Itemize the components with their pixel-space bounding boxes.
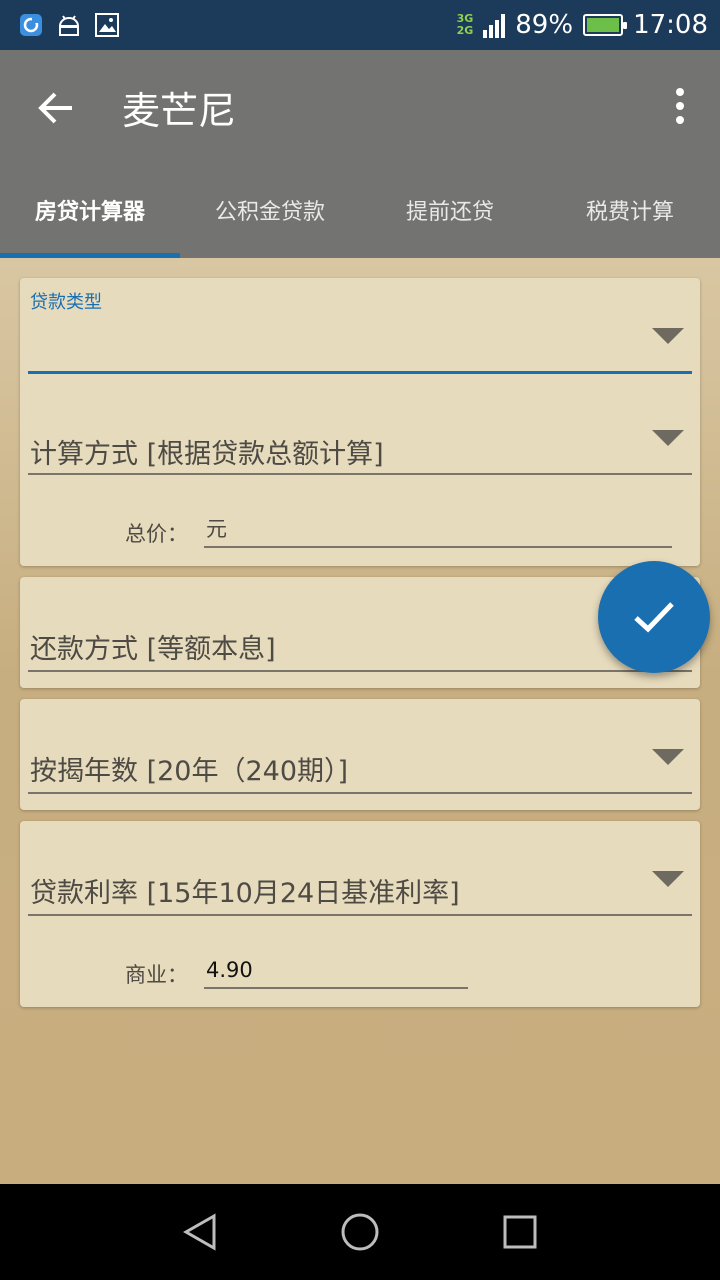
app-bar: 麦芒尼 房贷计算器 公积金贷款 提前还贷 税费计算 [0,50,720,258]
loan-type-label: 贷款类型 [30,292,102,313]
back-triangle-icon[interactable] [180,1212,220,1252]
app-notification-icon [18,12,44,38]
mortgage-years-underline [28,792,692,794]
clock: 17:08 [633,10,708,40]
battery-icon [583,14,628,36]
loan-type-underline [28,371,692,374]
repay-method-card: 还款方式 [等额本息] [20,577,700,688]
home-circle-icon[interactable] [340,1212,380,1252]
dropdown-arrow-icon [652,871,684,887]
loan-rate-underline [28,914,692,916]
dropdown-arrow-icon [652,430,684,446]
navigation-bar [0,1184,720,1280]
loan-rate-select[interactable]: 贷款利率 [15年10月24日基准利率] [28,841,692,916]
total-price-input[interactable]: 元 [204,514,672,548]
tab-early-repayment[interactable]: 提前还贷 [360,162,540,258]
toolbar: 麦芒尼 [0,50,720,162]
tab-bar: 房贷计算器 公积金贷款 提前还贷 税费计算 [0,162,720,258]
page-title: 麦芒尼 [122,89,237,133]
loan-rate-card: 贷款利率 [15年10月24日基准利率] 商业： 4.90 [20,821,700,1007]
calc-method-select[interactable]: 计算方式 [根据贷款总额计算] [28,408,692,476]
loan-basic-card: 贷款类型 计算方式 [根据贷款总额计算] 总价： 元 [20,278,700,566]
mortgage-years-select[interactable]: 按揭年数 [20年（240期）] [28,719,692,794]
android-debug-icon [56,12,82,38]
battery-percent: 89% [515,10,574,40]
signal-strength-icon [483,12,506,38]
more-vert-icon[interactable] [668,84,692,128]
recents-square-icon[interactable] [500,1212,540,1252]
check-icon [634,602,674,633]
mortgage-years-card: 按揭年数 [20年（240期）] [20,699,700,810]
commercial-rate-input[interactable]: 4.90 [204,955,468,989]
confirm-button[interactable] [598,561,710,673]
loan-type-select[interactable]: 贷款类型 [28,278,692,376]
calc-method-underline [28,473,692,475]
tab-tax-calculator[interactable]: 税费计算 [540,162,720,258]
loan-rate-value: 贷款利率 [15年10月24日基准利率] [30,878,460,909]
repay-method-select[interactable]: 还款方式 [等额本息] [28,597,692,672]
status-bar: 3G 2G 89% 17:08 [0,0,720,50]
repay-method-value: 还款方式 [等额本息] [30,634,276,665]
commercial-rate-label: 商业： [125,963,188,987]
network-type-indicator: 3G 2G [456,12,474,37]
dropdown-arrow-icon [652,749,684,765]
calc-method-value: 计算方式 [根据贷款总额计算] [30,439,384,470]
back-button[interactable] [34,86,78,130]
arrow-left-icon [38,92,72,124]
tab-mortgage-calculator[interactable]: 房贷计算器 [0,162,180,258]
image-icon [94,12,120,38]
tab-provident-fund-loan[interactable]: 公积金贷款 [180,162,360,258]
repay-method-underline [28,670,692,672]
dropdown-arrow-icon [652,328,684,344]
total-price-label: 总价： [125,522,188,546]
mortgage-years-value: 按揭年数 [20年（240期）] [30,756,349,787]
